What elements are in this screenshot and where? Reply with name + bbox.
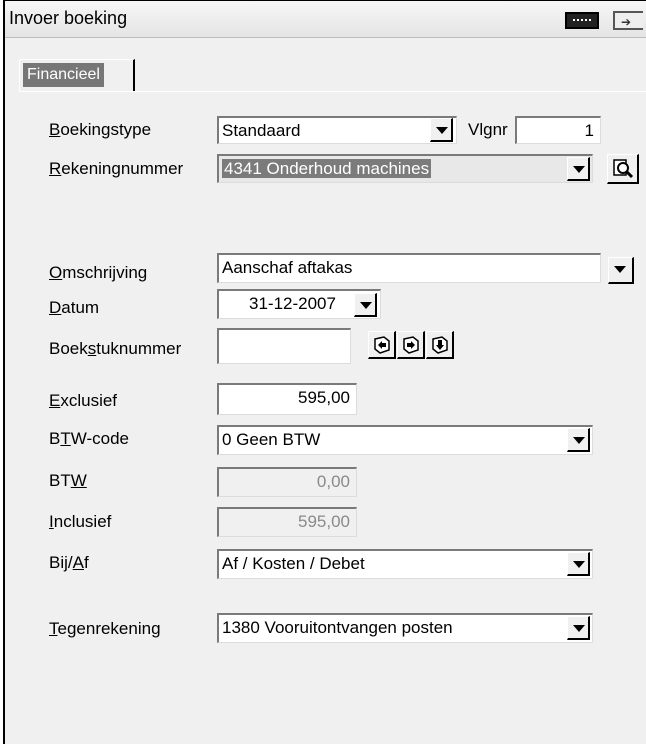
boekstuknummer-label: Boekstuknummer xyxy=(49,339,182,358)
boekingstype-select[interactable]: Standaard xyxy=(217,116,457,144)
previous-document-icon[interactable] xyxy=(368,331,396,359)
rekeningnummer-label: Rekeningnummer xyxy=(49,159,184,178)
omschrijving-dropdown-button[interactable] xyxy=(608,257,634,284)
btw-label: BTW xyxy=(49,471,87,490)
booking-entry-window: Invoer boeking ➔ Financieel Boekingstype… xyxy=(3,0,646,744)
datum-label: Datum xyxy=(49,298,100,317)
tab-financieel[interactable]: Financieel xyxy=(19,59,135,91)
btw-field: 0,00 xyxy=(217,467,357,497)
bij-af-label: Bij/Af xyxy=(49,553,89,572)
omschrijving-label: Omschrijving xyxy=(49,263,148,282)
tegenrekening-dropdown-button[interactable] xyxy=(567,616,590,640)
magnifier-lookup-icon[interactable] xyxy=(607,154,639,184)
tegenrekening-label: Tegenrekening xyxy=(49,619,161,638)
window-menu-icon[interactable] xyxy=(565,12,599,29)
vlgnr-field[interactable]: 1 xyxy=(515,116,601,144)
omschrijving-field[interactable]: Aanschaf aftakas xyxy=(217,253,601,283)
next-document-icon[interactable] xyxy=(397,331,425,359)
tab-divider xyxy=(19,91,646,92)
boekingstype-dropdown-button[interactable] xyxy=(430,118,453,142)
tab-financieel-label: Financieel xyxy=(23,63,104,87)
tegenrekening-select[interactable]: 1380 Vooruitontvangen posten xyxy=(217,613,593,643)
bij-af-select[interactable]: Af / Kosten / Debet xyxy=(217,549,593,579)
bij-af-dropdown-button[interactable] xyxy=(567,552,590,576)
btw-code-select[interactable]: 0 Geen BTW xyxy=(217,425,593,455)
rekeningnummer-dropdown-button[interactable] xyxy=(567,157,590,181)
exit-icon[interactable]: ➔ xyxy=(613,11,643,30)
datum-dropdown-button[interactable] xyxy=(354,293,377,317)
boekingstype-label: Boekingstype xyxy=(49,120,152,139)
btw-code-dropdown-button[interactable] xyxy=(567,428,590,452)
rekeningnummer-select[interactable]: 4341 Onderhoud machines xyxy=(217,154,593,183)
exclusief-field[interactable]: 595,00 xyxy=(217,383,357,415)
inclusief-label: Inclusief xyxy=(49,512,112,531)
boekstuknummer-field[interactable] xyxy=(217,328,351,364)
new-document-icon[interactable] xyxy=(426,331,454,359)
inclusief-field: 595,00 xyxy=(217,507,357,537)
vlgnr-label: Vlgnr xyxy=(468,120,508,139)
exclusief-label: Exclusief xyxy=(49,391,118,410)
title-bar: Invoer boeking ➔ xyxy=(5,1,646,38)
btw-code-label: BTW-code xyxy=(49,429,129,448)
window-title: Invoer boeking xyxy=(9,8,128,28)
